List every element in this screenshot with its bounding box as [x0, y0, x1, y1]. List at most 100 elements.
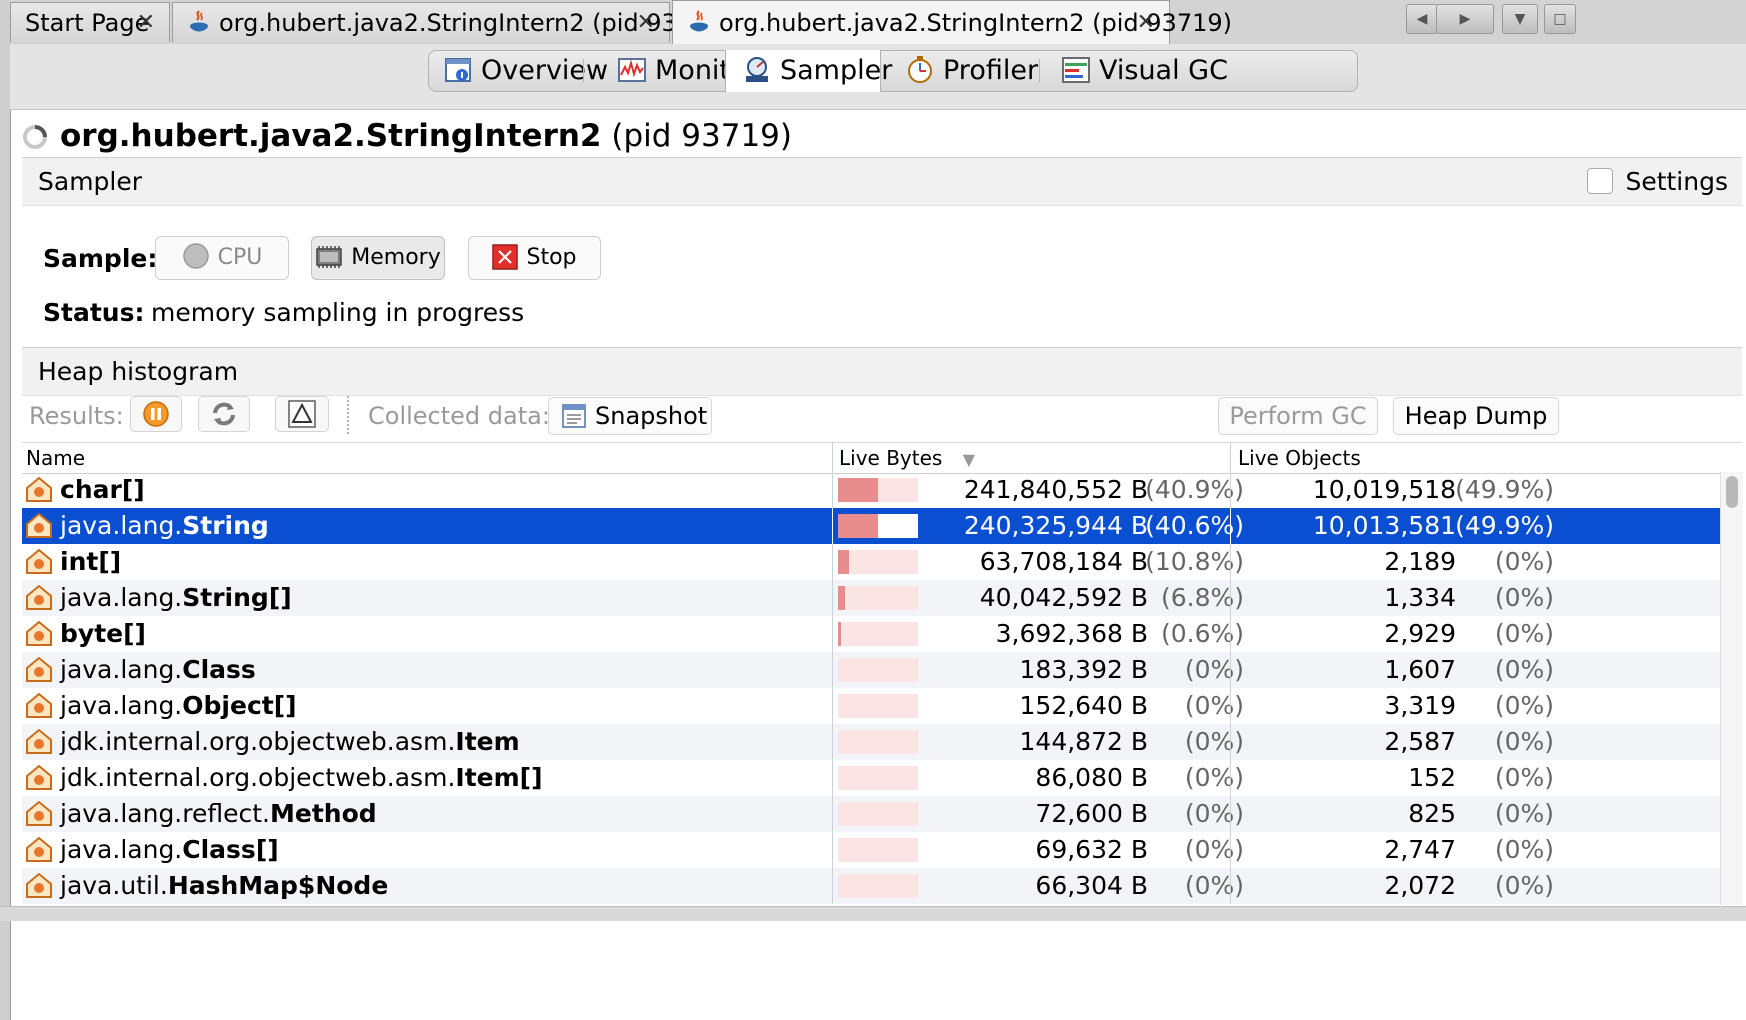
collected-data-label: Collected data: — [368, 402, 550, 430]
live-bytes-value: 66,304 B — [1035, 871, 1148, 900]
column-divider — [1230, 442, 1231, 472]
table-row[interactable]: java.lang.Class[] 69,632 B (0%) 2,747 (0%) — [22, 832, 1720, 868]
live-bytes-value: 69,632 B — [1035, 835, 1148, 864]
table-row[interactable]: jdk.internal.org.objectweb.asm.Item[] 86,… — [22, 760, 1720, 796]
table-row[interactable]: java.lang.String[] 40,042,592 B (6.8%) 1,33… — [22, 580, 1720, 616]
live-objects-percent: (0%) — [1494, 619, 1554, 648]
live-bytes-bar-fill — [838, 622, 841, 646]
section-title: Sampler — [38, 167, 143, 196]
vertical-scrollbar[interactable] — [1720, 472, 1743, 905]
column-divider — [1230, 508, 1231, 544]
live-objects-value: 1,334 — [1384, 583, 1456, 612]
memory-sample-button[interactable]: Memory — [311, 236, 445, 280]
maximize-window-button[interactable]: □ — [1544, 4, 1576, 34]
stop-button[interactable]: Stop — [468, 236, 601, 280]
table-row[interactable]: byte[] 3,692,368 B (0.6%) 2,929 (0%) — [22, 616, 1720, 652]
live-bytes-bar-fill — [838, 514, 878, 538]
column-divider — [1230, 580, 1231, 616]
tab-label: org.hubert.java2.StringIntern2 (pid 9369… — [219, 9, 732, 37]
column-divider — [832, 724, 833, 760]
column-divider — [832, 442, 833, 472]
class-icon — [26, 512, 52, 538]
class-simple-name: Item[] — [455, 763, 543, 792]
close-icon[interactable]: ✕ — [137, 3, 155, 43]
tab-profiler[interactable]: Profiler — [905, 51, 1038, 91]
cpu-icon — [182, 243, 209, 269]
tab-start-page[interactable]: Start Page ✕ — [10, 2, 170, 42]
table-row[interactable]: java.lang.Object[] 152,640 B (0%) 3,319 (0%) — [22, 688, 1720, 724]
class-name-cell: java.lang.String — [22, 508, 830, 544]
table-row[interactable]: java.lang.Class 183,392 B (0%) 1,607 (0%) — [22, 652, 1720, 688]
scroll-tabs-left-button[interactable]: ◀ — [1406, 4, 1438, 34]
column-divider — [832, 796, 833, 832]
live-bytes-bar — [838, 730, 918, 754]
status-value: memory sampling in progress — [151, 298, 525, 327]
tab-process-93719[interactable]: org.hubert.java2.StringIntern2 (pid 9371… — [672, 0, 1232, 45]
sample-label: Sample: — [43, 244, 158, 273]
scroll-tabs-right-button[interactable]: ▶ — [1436, 4, 1494, 34]
table-row[interactable]: java.lang.String 240,325,944 B (40.6%) 10,0… — [22, 508, 1720, 544]
visual-gc-icon — [1062, 57, 1090, 83]
tab-visual-gc[interactable]: Visual GC — [1061, 51, 1228, 91]
live-bytes-bar — [838, 478, 918, 502]
settings-checkbox[interactable] — [1587, 168, 1614, 194]
close-icon[interactable]: ✕ — [1137, 1, 1155, 45]
table-row[interactable]: char[] 241,840,552 B (40.9%) 10,019,518 (49.… — [22, 472, 1720, 508]
cpu-sample-button[interactable]: CPU — [155, 236, 289, 280]
tab-divider — [583, 59, 584, 83]
class-icon — [26, 476, 52, 502]
class-name-cell: java.lang.Object[] — [22, 688, 830, 724]
class-name-cell: java.util.HashMap$Node — [22, 868, 830, 904]
sort-descending-icon: ▼ — [962, 450, 975, 469]
class-simple-name: Class — [182, 655, 256, 684]
java-app-icon — [690, 10, 708, 32]
table-row[interactable]: java.lang.reflect.Method 72,600 B (0%) 825 (… — [22, 796, 1720, 832]
live-bytes-bar-fill — [838, 550, 849, 574]
page-title: org.hubert.java2.StringIntern2 (pid 9371… — [22, 118, 792, 154]
tab-list-dropdown-button[interactable]: ▼ — [1502, 4, 1538, 34]
class-package: java.lang. — [60, 655, 183, 684]
window-bottom-edge — [0, 906, 1746, 921]
live-bytes-value: 3,692,368 B — [995, 619, 1148, 648]
live-bytes-value: 240,325,944 B — [963, 511, 1148, 540]
refresh-results-button[interactable] — [198, 396, 250, 432]
column-divider — [1230, 796, 1231, 832]
tab-sampler[interactable]: Sampler — [725, 50, 892, 92]
live-bytes-bar — [838, 514, 918, 538]
live-bytes-bar-fill — [838, 478, 878, 502]
delta-values-button[interactable] — [275, 396, 329, 432]
class-simple-name: Item — [455, 727, 520, 756]
tab-process-93697[interactable]: org.hubert.java2.StringIntern2 (pid 9369… — [172, 2, 732, 43]
class-simple-name: String — [182, 511, 269, 540]
perform-gc-button[interactable]: Perform GC — [1218, 397, 1378, 435]
table-row[interactable]: jdk.internal.org.objectweb.asm.Item 144,8… — [22, 724, 1720, 760]
column-header-live-objects[interactable]: Live Objects — [1238, 443, 1361, 473]
class-package: java.util. — [60, 871, 168, 900]
class-name-cell: jdk.internal.org.objectweb.asm.Item[] — [22, 760, 830, 796]
live-objects-value: 2,587 — [1384, 727, 1456, 756]
settings-toggle[interactable]: Settings — [1587, 158, 1728, 205]
table-row[interactable]: java.util.HashMap$Node 66,304 B (0%) 2,072 (… — [22, 868, 1720, 904]
live-objects-value: 3,319 — [1384, 691, 1456, 720]
delta-icon — [288, 400, 316, 428]
heap-dump-button[interactable]: Heap Dump — [1393, 397, 1559, 435]
table-row[interactable]: int[] 63,708,184 B (10.8%) 2,189 (0%) — [22, 544, 1720, 580]
live-objects-percent: (0%) — [1494, 547, 1554, 576]
live-objects-value: 10,013,581 — [1312, 511, 1456, 540]
column-header-live-bytes[interactable]: Live Bytes ▼ — [839, 443, 975, 475]
live-bytes-value: 63,708,184 B — [979, 547, 1148, 576]
class-simple-name: Class[] — [182, 835, 279, 864]
close-icon[interactable]: ✕ — [637, 3, 655, 43]
column-header-name[interactable]: Name — [26, 443, 85, 473]
live-objects-value: 2,072 — [1384, 871, 1456, 900]
class-package: java.lang. — [60, 691, 183, 720]
tab-label: Start Page — [25, 9, 150, 37]
scrollbar-thumb[interactable] — [1726, 476, 1738, 508]
column-divider — [1230, 724, 1231, 760]
app-name: org.hubert.java2.StringIntern2 — [60, 118, 602, 154]
class-name-cell: int[] — [22, 544, 830, 580]
class-icon — [26, 692, 52, 718]
snapshot-button[interactable]: Snapshot — [548, 397, 712, 435]
column-divider — [1230, 868, 1231, 904]
pause-results-button[interactable] — [130, 396, 182, 432]
